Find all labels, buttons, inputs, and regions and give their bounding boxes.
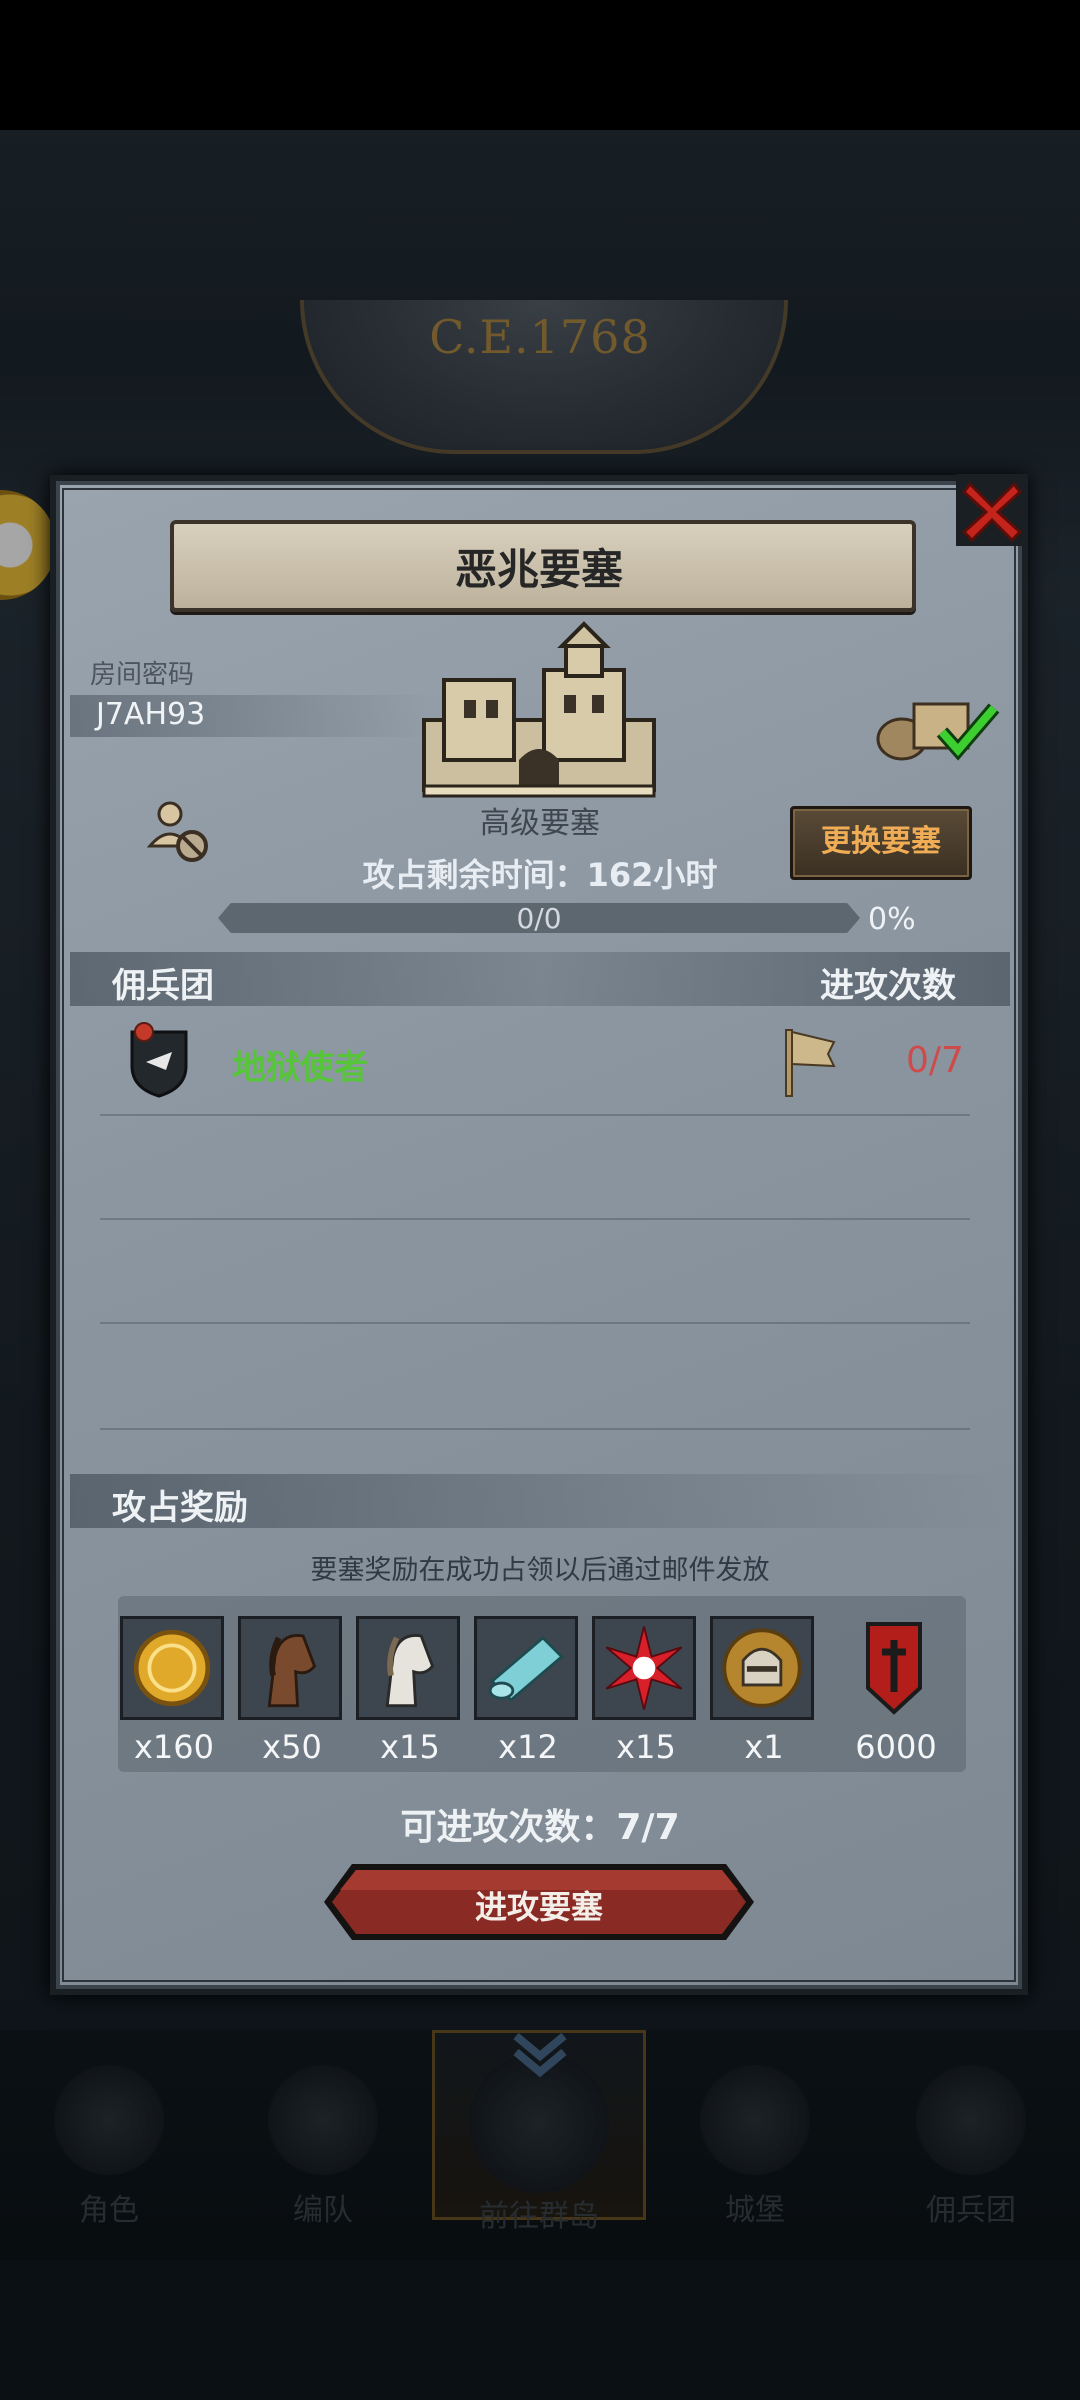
reward-item[interactable]: x15: [356, 1616, 464, 1766]
time-label: 攻占剩余时间：: [362, 856, 587, 894]
gold-coin-icon: [120, 1616, 224, 1720]
flag-icon: [785, 1029, 836, 1097]
row-divider: [100, 1428, 970, 1430]
reward-note: 要塞奖励在成功占领以后通过邮件发放: [310, 1555, 770, 1586]
reward-qty: x12: [498, 1728, 558, 1766]
reward-label: 攻占奖励: [112, 1488, 248, 1528]
progress-text: 0/0: [516, 902, 562, 935]
reward-qty: x50: [262, 1728, 322, 1766]
castle-icon: [422, 621, 656, 798]
fortress-type: 高级要塞: [480, 806, 600, 841]
row-divider: [100, 1322, 970, 1324]
reward-qty: x15: [616, 1728, 676, 1766]
white-horse-icon: [356, 1616, 460, 1720]
reward-item[interactable]: 6000: [842, 1616, 950, 1766]
knight-helmet-icon: [710, 1616, 814, 1720]
attack-count-label: 进攻次数: [820, 966, 956, 1006]
progress-percent: 0%: [868, 902, 916, 937]
reward-item[interactable]: x160: [120, 1616, 228, 1766]
room-code-label: 房间密码: [90, 660, 195, 690]
brown-horse-icon: [238, 1616, 342, 1720]
cloth-roll-icon: [474, 1616, 578, 1720]
reward-qty: x160: [133, 1728, 214, 1766]
attempts-value: 7/7: [616, 1807, 680, 1848]
room-code-value: J7AH93: [96, 697, 206, 732]
reward-item[interactable]: x15: [592, 1616, 700, 1766]
reward-item[interactable]: x12: [474, 1616, 582, 1766]
red-star-icon: [592, 1616, 696, 1720]
mercenary-label: 佣兵团: [112, 966, 214, 1006]
guild-name[interactable]: 地狱使者: [232, 1040, 368, 1089]
close-button[interactable]: [952, 470, 1032, 550]
no-user-icon: [146, 801, 208, 862]
available-attempts: 可进攻次数：7/7: [300, 1798, 780, 1850]
reward-qty: x1: [744, 1728, 784, 1766]
attack-button-label: 进攻要塞: [474, 1888, 603, 1926]
row-divider: [100, 1114, 970, 1116]
reward-qty: 6000: [855, 1728, 937, 1766]
time-unit: 小时: [653, 856, 718, 894]
change-fortress-button[interactable]: 更换要塞: [790, 806, 972, 880]
reward-qty: x15: [380, 1728, 440, 1766]
guild-emblem-icon: [130, 1022, 188, 1098]
time-value: 162: [586, 856, 654, 894]
guild-attempts: 0/7: [906, 1040, 964, 1081]
resource-bag-icon[interactable]: [872, 684, 1002, 764]
dialog-title: 恶兆要塞: [454, 545, 623, 594]
reward-item[interactable]: x50: [238, 1616, 346, 1766]
red-banner-icon: [866, 1622, 922, 1715]
remaining-time: 攻占剩余时间：162小时: [300, 850, 780, 896]
reward-item[interactable]: x1: [710, 1616, 818, 1766]
row-divider: [100, 1218, 970, 1220]
attempts-label: 可进攻次数：: [400, 1807, 617, 1848]
